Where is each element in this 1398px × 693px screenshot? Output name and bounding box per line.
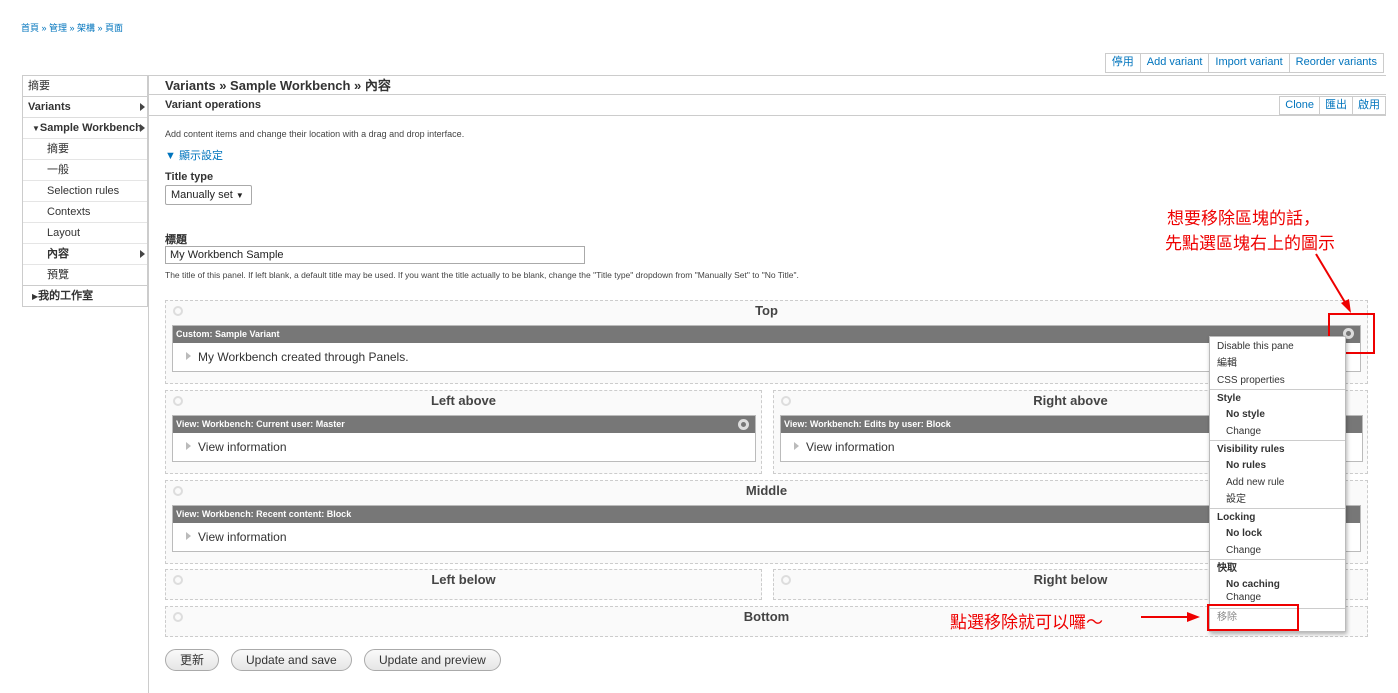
region-title: Left below	[431, 572, 496, 587]
expand-triangle-icon	[186, 442, 191, 450]
variant-operations-actions: Clone 匯出 啟用	[1279, 96, 1386, 115]
add-variant-tab[interactable]: Add variant	[1139, 54, 1209, 72]
pane-body-text: My Workbench created through Panels.	[198, 350, 409, 364]
sidebar-item-general[interactable]: 一般	[23, 159, 147, 180]
pane-header: View: Workbench: Recent content: Block	[173, 506, 1360, 523]
region-left-below: Left below	[165, 569, 762, 600]
sidebar-item-label: 我的工作室	[38, 290, 94, 302]
annotation-remove-hint: 點選移除就可以囉～	[950, 613, 1103, 633]
menu-heading-visibility: Visibility rules	[1210, 440, 1345, 457]
menu-item-add-rule[interactable]: Add new rule	[1210, 474, 1345, 491]
reorder-variants-tab[interactable]: Reorder variants	[1288, 54, 1383, 72]
menu-item-cache-change[interactable]: Change	[1210, 593, 1345, 603]
menu-heading-style: Style	[1210, 389, 1345, 406]
menu-heading-locking: Locking	[1210, 508, 1345, 525]
import-variant-tab[interactable]: Import variant	[1208, 54, 1289, 72]
title-type-label: Title type	[165, 171, 214, 183]
pane-context-menu: Disable this pane 編輯 CSS properties Styl…	[1209, 336, 1346, 632]
sidebar-item-preview[interactable]: 預覽	[23, 264, 147, 285]
sidebar-item-selection-rules[interactable]: Selection rules	[23, 180, 147, 201]
sidebar-item-summary[interactable]: 摘要	[23, 75, 147, 96]
expand-triangle-icon	[186, 352, 191, 360]
menu-heading-cache: 快取	[1210, 559, 1345, 576]
pane-body[interactable]: View information	[173, 523, 1360, 551]
highlight-box-remove	[1207, 604, 1299, 631]
update-and-preview-button[interactable]: Update and preview	[364, 649, 501, 671]
pane-title: View: Workbench: Recent content: Block	[176, 509, 352, 519]
page-title: Variants » Sample Workbench » 內容	[149, 75, 1386, 95]
menu-current-lock: No lock	[1226, 528, 1263, 539]
update-and-save-button[interactable]: Update and save	[231, 649, 352, 671]
disable-tab[interactable]: 停用	[1105, 54, 1140, 72]
pane-current-user-master: View: Workbench: Current user: Master Vi…	[172, 415, 756, 462]
variant-tabs: 停用 Add variant Import variant Reorder va…	[1104, 53, 1384, 73]
sidebar-item-layout[interactable]: Layout	[23, 222, 147, 243]
pane-header: View: Workbench: Current user: Master	[173, 416, 755, 433]
pane-title: View: Workbench: Current user: Master	[176, 419, 345, 429]
pane-body[interactable]: My Workbench created through Panels.	[173, 343, 1360, 371]
menu-current-style: No style	[1226, 409, 1265, 420]
title-type-value: Manually set	[171, 189, 233, 201]
sidebar-nav: 摘要 Variants ▼Sample Workbench 摘要 一般 Sele…	[22, 75, 148, 307]
sidebar-item-label: Variants	[28, 101, 71, 113]
sidebar-item-summary-sub[interactable]: 摘要	[23, 138, 147, 159]
menu-item-edit[interactable]: 編輯	[1210, 355, 1345, 372]
region-top: Top Custom: Sample Variant My Workbench …	[165, 300, 1368, 384]
expand-arrow-icon	[140, 250, 145, 258]
sidebar-item-label: 內容	[47, 248, 69, 260]
pane-body-text: View information	[198, 530, 287, 544]
pane-custom-sample-variant: Custom: Sample Variant My Workbench crea…	[172, 325, 1361, 372]
sidebar-item-my-workspace[interactable]: ▶我的工作室	[23, 285, 147, 306]
sidebar-item-label: Sample Workbench	[39, 122, 142, 134]
menu-current-visibility: No rules	[1226, 460, 1267, 471]
menu-item-lock-change[interactable]: Change	[1210, 542, 1345, 559]
main-content: Variants » Sample Workbench » 內容 Variant…	[148, 75, 1386, 693]
display-settings-toggle[interactable]: ▼ 顯示設定	[165, 147, 223, 163]
region-title: Middle	[745, 483, 788, 498]
annotation-line-2: 先點選區塊右上的圖示	[1165, 234, 1335, 254]
expand-arrow-icon	[140, 124, 145, 132]
pane-body-text: View information	[198, 440, 287, 454]
menu-item-visibility-settings[interactable]: 設定	[1210, 491, 1345, 508]
sidebar-item-sample-workbench[interactable]: ▼Sample Workbench	[23, 117, 147, 138]
gear-icon[interactable]	[738, 419, 749, 430]
pane-title: Custom: Sample Variant	[176, 329, 280, 339]
expand-triangle-icon	[186, 532, 191, 540]
pane-body-text: View information	[806, 440, 895, 454]
menu-item-style-change[interactable]: Change	[1210, 423, 1345, 440]
sidebar-item-variants[interactable]: Variants	[23, 96, 147, 117]
sidebar-item-contexts[interactable]: Contexts	[23, 201, 147, 222]
title-field-label: 標題	[165, 234, 187, 246]
region-title: Top	[755, 303, 778, 318]
pane-header: Custom: Sample Variant	[173, 326, 1360, 343]
clone-button[interactable]: Clone	[1280, 97, 1319, 114]
region-bottom: Bottom	[165, 606, 1368, 637]
pane-recent-content: View: Workbench: Recent content: Block V…	[172, 505, 1361, 552]
dropdown-arrow-icon: ▼	[235, 191, 244, 200]
expand-triangle-icon	[794, 442, 799, 450]
collapse-triangle-icon: ▼	[32, 124, 40, 133]
region-left-above: Left above View: Workbench: Current user…	[165, 390, 762, 474]
menu-current-cache: No caching	[1226, 579, 1280, 590]
menu-item-disable-pane[interactable]: Disable this pane	[1210, 338, 1345, 355]
title-type-select[interactable]: Manually set ▼	[165, 185, 252, 205]
menu-item-css-properties[interactable]: CSS properties	[1210, 372, 1345, 389]
title-help-text: The title of this panel. If left blank, …	[165, 270, 799, 280]
region-title: Left above	[430, 393, 496, 408]
expand-arrow-icon	[140, 103, 145, 111]
variant-operations-bar: Variant operations Clone 匯出 啟用	[149, 95, 1386, 116]
update-button[interactable]: 更新	[165, 649, 220, 671]
pane-body[interactable]: View information	[173, 433, 755, 461]
title-input[interactable]: My Workbench Sample	[165, 246, 585, 264]
content-description: Add content items and change their locat…	[165, 129, 465, 139]
enable-button[interactable]: 啟用	[1352, 97, 1385, 114]
breadcrumb[interactable]: 首頁 » 管理 » 架構 » 頁面	[21, 21, 123, 34]
variant-operations-label: Variant operations	[165, 99, 261, 111]
pane-title: View: Workbench: Edits by user: Block	[784, 419, 951, 429]
export-button[interactable]: 匯出	[1319, 97, 1352, 114]
region-middle: Middle View: Workbench: Recent content: …	[165, 480, 1368, 564]
annotation-line-1: 想要移除區塊的話，	[1167, 209, 1320, 229]
region-title: Bottom	[743, 609, 790, 624]
sidebar-item-content[interactable]: 內容	[23, 243, 147, 264]
